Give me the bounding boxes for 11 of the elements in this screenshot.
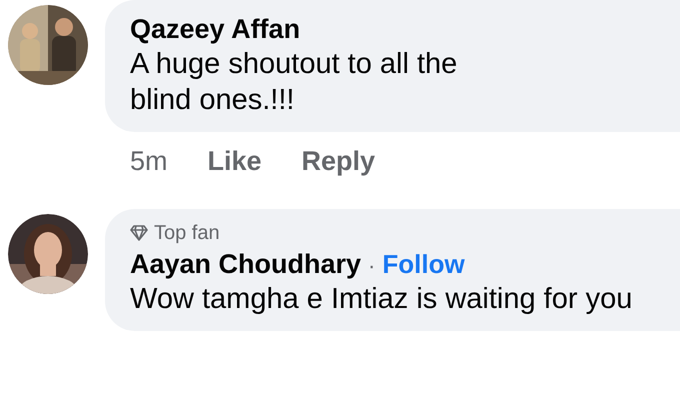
comment-text: A huge shoutout to all the blind ones.!!! (130, 47, 458, 118)
comment-text: Wow tamgha e Imtiaz is waiting for you (130, 282, 634, 317)
author-name[interactable]: Aayan Choudhary (130, 247, 362, 281)
badge-label: Top fan (154, 221, 220, 245)
follow-link[interactable]: Follow (382, 249, 465, 280)
comment-time: 5m (130, 146, 168, 177)
action-link[interactable]: Reply (302, 146, 376, 177)
action-link[interactable]: Like (208, 146, 262, 177)
diamond-icon (130, 225, 148, 241)
separator-dot: · (368, 253, 376, 279)
author-name[interactable]: Qazeey Affan (130, 12, 300, 46)
